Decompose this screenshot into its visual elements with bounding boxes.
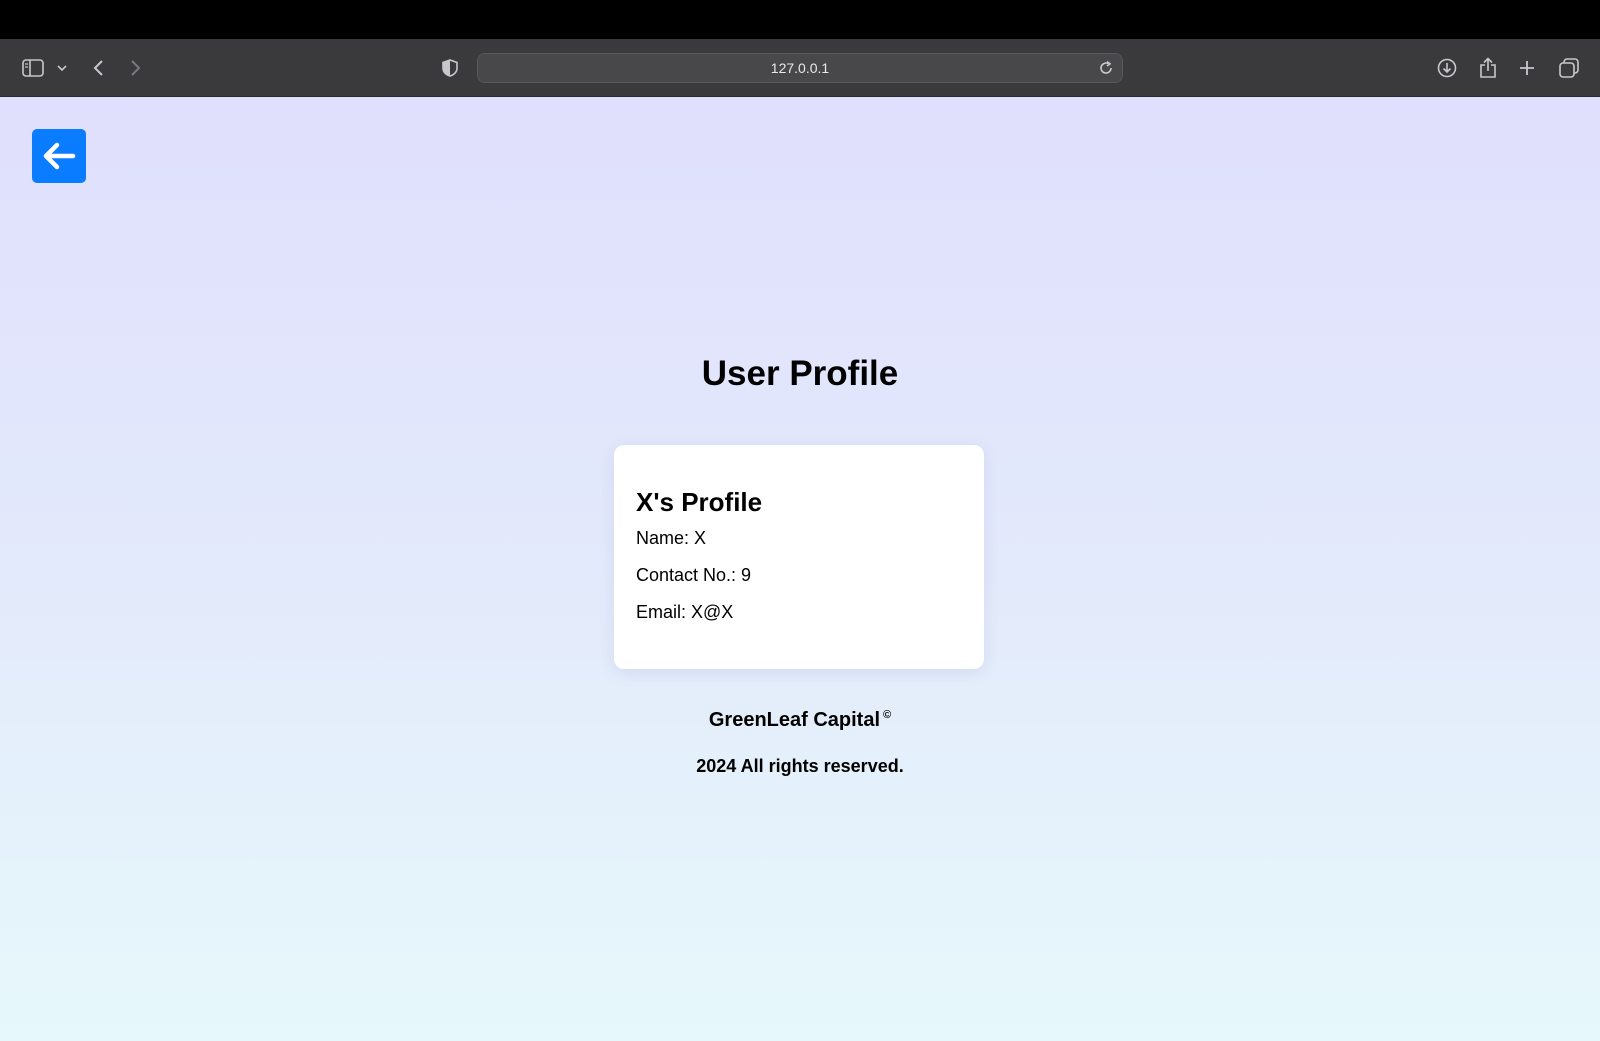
back-button[interactable]	[32, 129, 86, 183]
profile-card: X's Profile Name: X Contact No.: 9 Email…	[614, 445, 984, 669]
address-bar[interactable]: 127.0.0.1	[477, 53, 1123, 83]
profile-name: Name: X	[636, 528, 707, 548]
page-viewport: User Profile X's Profile Name: X Contact…	[0, 97, 1600, 1041]
brand-name: GreenLeaf Capital	[708, 709, 881, 731]
tabs-icon[interactable]	[1558, 39, 1580, 97]
browser-toolbar: 127.0.0.1	[0, 39, 1600, 97]
copyright-symbol: ©	[883, 709, 892, 721]
share-icon[interactable]	[1478, 39, 1498, 97]
profile-email: Email: X@X	[636, 602, 734, 622]
chevron-down-icon[interactable]	[55, 39, 69, 97]
chevron-right-icon[interactable]	[126, 39, 146, 97]
plus-icon[interactable]	[1517, 39, 1537, 97]
screen-top-band	[0, 0, 1600, 39]
footer-rights: 2024 All rights reserved.	[696, 756, 904, 776]
reload-icon[interactable]	[1098, 60, 1114, 81]
footer-brand: GreenLeaf Capital ©	[0, 709, 1600, 732]
page-title: User Profile	[701, 354, 899, 393]
sidebar-icon[interactable]	[20, 39, 46, 97]
chevron-left-icon[interactable]	[88, 39, 108, 97]
profile-heading: X's Profile	[636, 487, 763, 517]
profile-contact: Contact No.: 9	[636, 565, 752, 585]
shield-icon[interactable]	[440, 39, 460, 97]
download-icon[interactable]	[1436, 39, 1458, 97]
arrow-left-icon	[43, 142, 76, 170]
url-text: 127.0.0.1	[770, 60, 830, 76]
